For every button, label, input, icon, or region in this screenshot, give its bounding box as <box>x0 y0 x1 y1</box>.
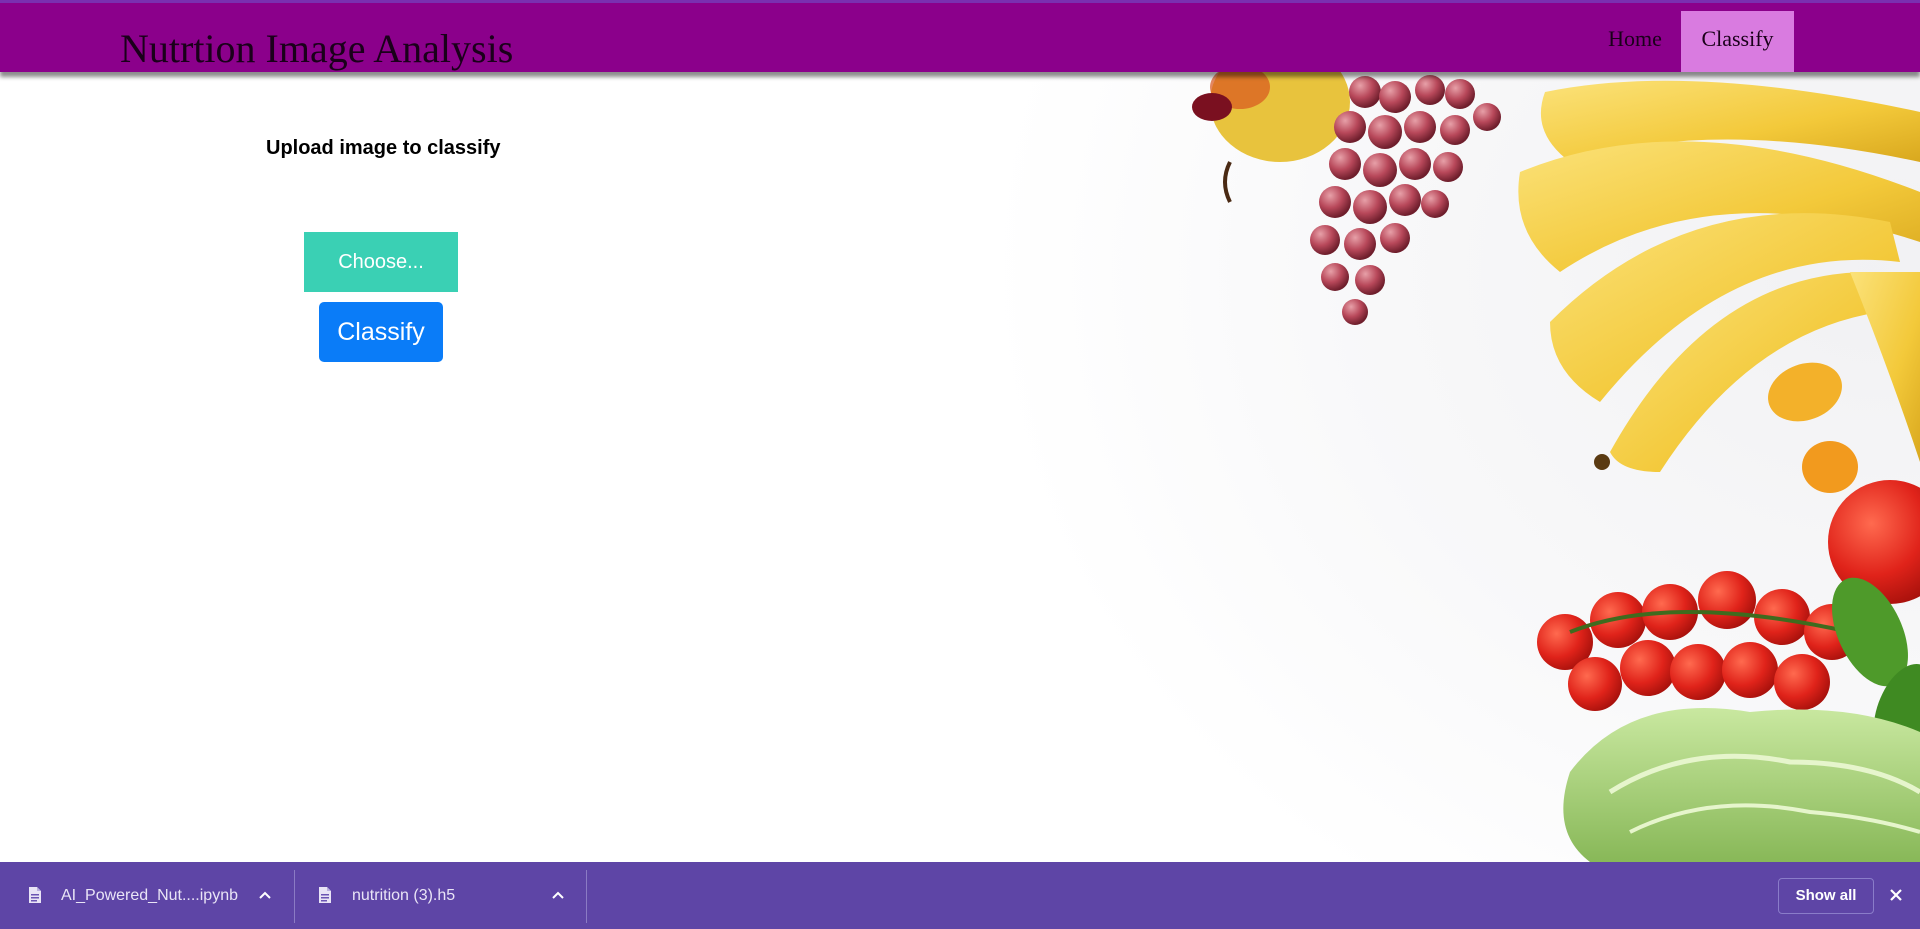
upload-title: Upload image to classify <box>266 137 501 159</box>
divider <box>586 870 587 923</box>
classify-button[interactable]: Classify <box>319 302 443 362</box>
file-icon <box>319 887 331 903</box>
show-all-button[interactable]: Show all <box>1778 878 1874 914</box>
nav-classify[interactable]: Classify <box>1681 11 1794 72</box>
fruit-background-image <box>990 72 1920 862</box>
chevron-up-icon[interactable] <box>551 889 565 901</box>
file-icon <box>29 887 41 903</box>
chevron-up-icon[interactable] <box>258 889 272 901</box>
nav-home[interactable]: Home <box>1592 11 1678 72</box>
close-icon[interactable] <box>1888 887 1904 903</box>
download-item-name: nutrition (3).h5 <box>352 887 456 904</box>
download-item-name: AI_Powered_Nut....ipynb <box>61 887 238 904</box>
choose-file-button[interactable]: Choose... <box>304 232 458 292</box>
brand-title[interactable]: Nutrtion Image Analysis <box>120 25 513 72</box>
download-item[interactable]: AI_Powered_Nut....ipynb <box>0 862 294 929</box>
navbar: Nutrtion Image Analysis Home Classify <box>0 0 1920 72</box>
download-item[interactable]: nutrition (3).h5 <box>295 862 586 929</box>
download-bar: AI_Powered_Nut....ipynb nutrition (3).h5 <box>0 862 1920 929</box>
